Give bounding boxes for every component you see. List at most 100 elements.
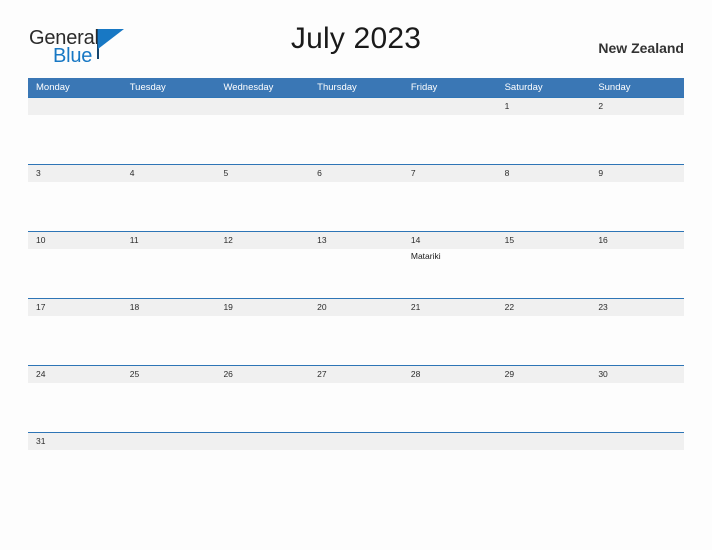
day-header-monday: Monday [36, 82, 70, 93]
calendar-day-cell[interactable]: 4 [121, 165, 216, 232]
day-number: 2 [598, 101, 604, 111]
calendar-day-cell[interactable]: 11 [121, 232, 216, 299]
day-number-band [496, 165, 591, 182]
calendar-week-row: 10 11 12 13 14 Matariki 15 16 [28, 231, 685, 299]
day-number-band [28, 165, 122, 182]
calendar-day-cell[interactable]: 30 [590, 366, 685, 433]
day-number-band [496, 433, 591, 450]
page-header: General Blue July 2023 New Zealand [28, 22, 684, 74]
calendar-day-cell[interactable]: 18 [121, 299, 216, 366]
calendar-day-cell[interactable]: 29 [496, 366, 591, 433]
day-number-band [309, 433, 403, 450]
day-number-band [590, 98, 685, 115]
calendar-day-cell[interactable]: 6 [309, 165, 403, 232]
day-number: 15 [504, 235, 515, 245]
calendar-day-cell[interactable]: 3 [28, 165, 122, 232]
calendar-day-cell[interactable]: 10 [28, 232, 122, 299]
calendar-day-cell[interactable]: 21 [402, 299, 497, 366]
calendar-day-cell[interactable] [309, 433, 403, 500]
day-number: 10 [36, 235, 46, 245]
calendar-page: General Blue July 2023 New Zealand Monda… [0, 0, 712, 550]
calendar-week-row: 24 25 26 27 28 29 30 [28, 365, 685, 433]
calendar-day-cell[interactable]: 19 [215, 299, 310, 366]
calendar-grid: Monday Tuesday Wednesday Thursday Friday… [28, 78, 685, 500]
day-number: 8 [504, 168, 510, 178]
calendar-day-cell[interactable]: 14 Matariki [402, 232, 497, 299]
day-event: Matariki [410, 251, 441, 261]
calendar-week-row: 31 [28, 432, 685, 500]
calendar-day-cell[interactable]: 5 [215, 165, 310, 232]
calendar-day-cell[interactable] [309, 98, 403, 165]
calendar-day-cell[interactable]: 23 [590, 299, 685, 366]
calendar-day-cell[interactable]: 17 [28, 299, 122, 366]
calendar-day-cell[interactable] [121, 98, 216, 165]
day-header-tuesday: Tuesday [129, 82, 166, 93]
day-number-band [402, 98, 497, 115]
calendar-day-cell[interactable] [496, 433, 591, 500]
calendar-day-cell[interactable] [28, 98, 122, 165]
calendar-day-cell[interactable]: 2 [590, 98, 685, 165]
day-number: 11 [129, 235, 139, 245]
calendar-day-cell[interactable]: 12 [215, 232, 310, 299]
calendar-day-cell[interactable] [590, 433, 685, 500]
calendar-day-cell[interactable]: 9 [590, 165, 685, 232]
day-number: 19 [223, 302, 233, 312]
calendar-day-cell[interactable]: 13 [309, 232, 403, 299]
day-header-wednesday: Wednesday [223, 82, 274, 93]
day-number: 18 [129, 302, 140, 312]
calendar-week-row: 3 4 5 6 7 8 9 [28, 164, 685, 232]
day-number: 20 [317, 302, 327, 312]
day-number-band [402, 165, 497, 182]
day-number-band [121, 165, 216, 182]
calendar-day-cell[interactable] [215, 98, 310, 165]
day-number-band [215, 433, 310, 450]
day-number: 30 [598, 369, 608, 379]
day-number-band [309, 165, 403, 182]
region-label: New Zealand [598, 40, 684, 56]
day-number: 12 [223, 235, 233, 245]
day-number: 1 [504, 101, 510, 111]
calendar-day-cell[interactable]: 7 [402, 165, 497, 232]
day-number: 3 [36, 168, 41, 178]
day-header-friday: Friday [410, 82, 438, 93]
calendar-week-row: 1 2 [28, 97, 685, 165]
day-header-saturday: Saturday [504, 82, 543, 93]
day-number-band [590, 433, 685, 450]
day-number-band [215, 98, 310, 115]
calendar-day-cell[interactable] [402, 98, 497, 165]
day-number-band [121, 433, 216, 450]
day-number: 31 [36, 436, 46, 446]
calendar-day-cell[interactable]: 31 [28, 433, 122, 500]
day-number: 28 [410, 369, 421, 379]
calendar-day-cell[interactable] [215, 433, 310, 500]
calendar-day-cell[interactable]: 24 [28, 366, 122, 433]
day-number: 7 [410, 168, 416, 178]
day-number: 24 [36, 369, 46, 379]
day-header-sunday: Sunday [598, 82, 631, 93]
calendar-day-cell[interactable] [402, 433, 497, 500]
calendar-day-cell[interactable]: 16 [590, 232, 685, 299]
calendar-day-cell[interactable] [121, 433, 216, 500]
day-number-band [309, 98, 403, 115]
calendar-day-cell[interactable]: 28 [402, 366, 497, 433]
day-number-band [121, 98, 216, 115]
day-number: 22 [504, 302, 515, 312]
day-number: 13 [317, 235, 327, 245]
calendar-week-row: 17 18 19 20 21 22 23 [28, 298, 685, 366]
day-number: 5 [223, 168, 229, 178]
calendar-day-cell[interactable]: 25 [121, 366, 216, 433]
day-number: 25 [129, 369, 140, 379]
calendar-day-cell[interactable]: 1 [496, 98, 591, 165]
day-number-band [496, 98, 591, 115]
calendar-day-cell[interactable]: 27 [309, 366, 403, 433]
day-number-band [590, 165, 685, 182]
calendar-day-cell[interactable]: 22 [496, 299, 591, 366]
day-number: 29 [504, 369, 515, 379]
day-number: 16 [598, 235, 608, 245]
calendar-day-cell[interactable]: 8 [496, 165, 591, 232]
calendar-day-cell[interactable]: 26 [215, 366, 310, 433]
calendar-day-cell[interactable]: 20 [309, 299, 403, 366]
day-number: 27 [317, 369, 327, 379]
calendar-day-cell[interactable]: 15 [496, 232, 591, 299]
day-number: 23 [598, 302, 608, 312]
